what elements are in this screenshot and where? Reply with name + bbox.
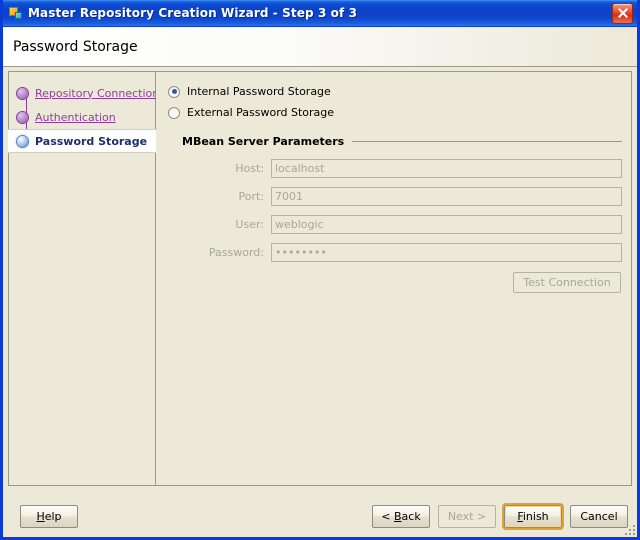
content-panel: Internal Password Storage External Passw… [156,71,632,486]
host-label: Host: [235,161,264,175]
back-mnemonic: B [394,509,402,523]
title-bar: Master Repository Creation Wizard - Step… [3,0,637,27]
port-label: Port: [238,189,264,203]
field-row-port: Port: 7001 [196,186,622,206]
test-connection-row: Test Connection [196,272,622,293]
radio-internal-label[interactable]: Internal Password Storage [187,85,331,98]
user-input[interactable]: weblogic [271,214,622,234]
step-bullet-current [17,135,28,147]
password-label: Password: [208,245,264,259]
step-list: Repository Connection Authentication Pas… [8,81,159,153]
radio-external-password-storage[interactable] [168,106,180,119]
field-row-host: Host: localhost [196,158,622,178]
finish-button[interactable]: Finish [502,502,564,530]
help-rest: elp [44,509,62,523]
back-button[interactable]: < Back [372,504,430,528]
help-button[interactable]: Help [20,504,78,528]
sidebar-item-label: Password Storage [35,134,148,148]
back-prefix: < [381,509,394,523]
app-icon [8,5,24,21]
page-title: Password Storage [13,38,138,55]
mbean-fields: Host: localhost Port: 7001 User: weblogi… [196,158,622,293]
mbean-group-header: MBean Server Parameters [182,135,622,148]
help-mnemonic: H [36,509,45,523]
cancel-button[interactable]: Cancel [570,504,628,528]
host-input[interactable]: localhost [271,158,622,178]
finish-rest: inish [522,509,549,523]
test-connection-button[interactable]: Test Connection [513,272,621,293]
wizard-window: Master Repository Creation Wizard - Step… [0,0,640,540]
port-input[interactable]: 7001 [271,186,622,206]
radio-row-external[interactable]: External Password Storage [168,102,622,123]
sidebar-item-label[interactable]: Repository Connection [35,87,159,100]
page-header: Password Storage [3,27,637,67]
radio-external-label[interactable]: External Password Storage [187,106,334,119]
wizard-step-sidebar: Repository Connection Authentication Pas… [8,71,159,486]
resize-grip[interactable] [623,523,635,535]
mbean-group-title: MBean Server Parameters [182,135,345,148]
step-bullet-done [17,87,28,99]
body-area: Repository Connection Authentication Pas… [3,67,637,492]
next-button[interactable]: Next > [438,504,496,528]
sidebar-item-password-storage[interactable]: Password Storage [8,129,156,153]
close-icon[interactable] [612,2,633,24]
back-rest: ack [401,509,421,523]
footer-button-bar: Help < Back Next > Finish Cancel [3,495,637,537]
sidebar-item-label[interactable]: Authentication [35,111,116,124]
step-bullet-done [17,111,28,123]
user-label: User: [235,217,264,231]
field-row-user: User: weblogic [196,214,622,234]
sidebar-item-authentication[interactable]: Authentication [9,105,155,129]
radio-internal-password-storage[interactable] [168,85,180,98]
sidebar-item-repository-connection[interactable]: Repository Connection [9,81,159,105]
group-separator [352,141,622,142]
password-input[interactable]: •••••••• [271,242,622,262]
window-title: Master Repository Creation Wizard - Step… [28,6,358,20]
field-row-password: Password: •••••••• [196,242,622,262]
radio-row-internal[interactable]: Internal Password Storage [168,81,622,102]
